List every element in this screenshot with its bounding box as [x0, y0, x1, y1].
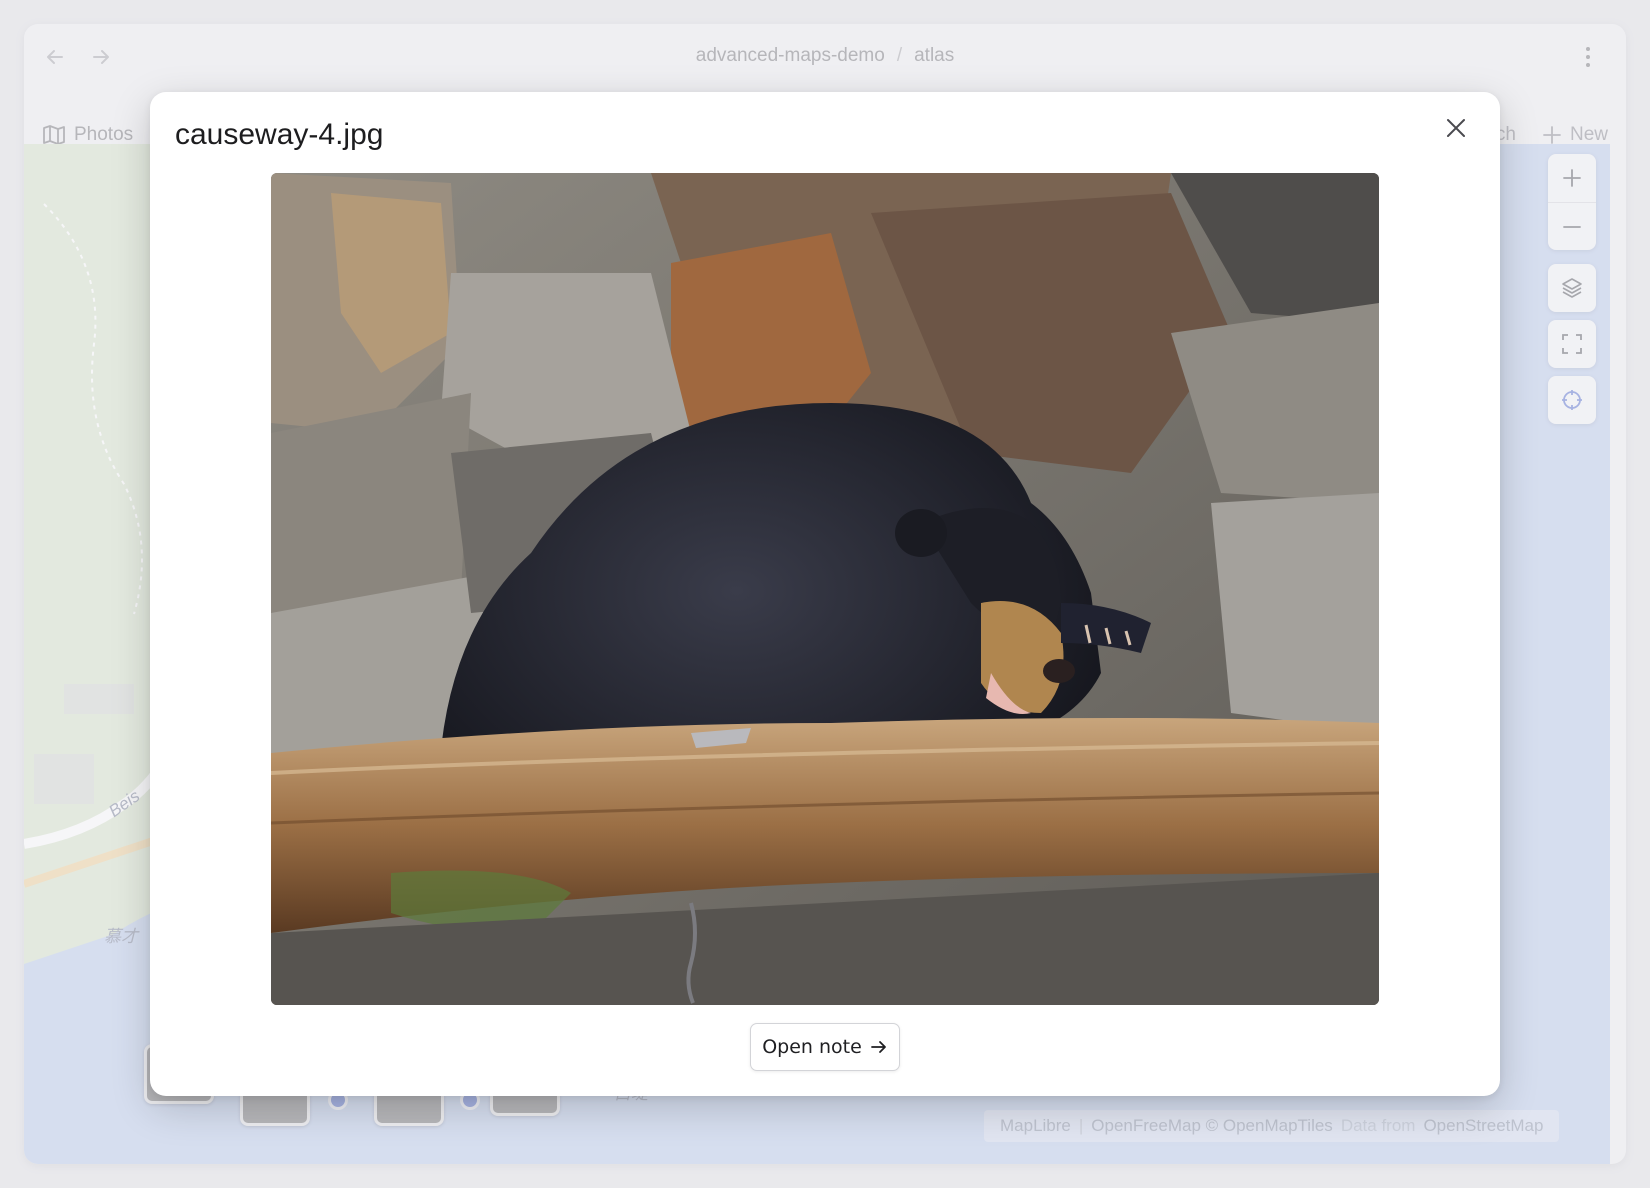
photo-preview-dialog: causeway-4.jpg Open note	[150, 92, 1500, 1096]
arrow-right-icon	[870, 1041, 886, 1053]
dialog-title: causeway-4.jpg	[175, 118, 384, 151]
open-note-button[interactable]: Open note	[750, 1023, 900, 1071]
bear-photo-illustration	[271, 173, 1379, 1005]
photo-preview-image	[271, 173, 1379, 1005]
close-button[interactable]	[1436, 108, 1476, 148]
close-icon	[1447, 119, 1465, 137]
open-note-label: Open note	[762, 1036, 862, 1058]
